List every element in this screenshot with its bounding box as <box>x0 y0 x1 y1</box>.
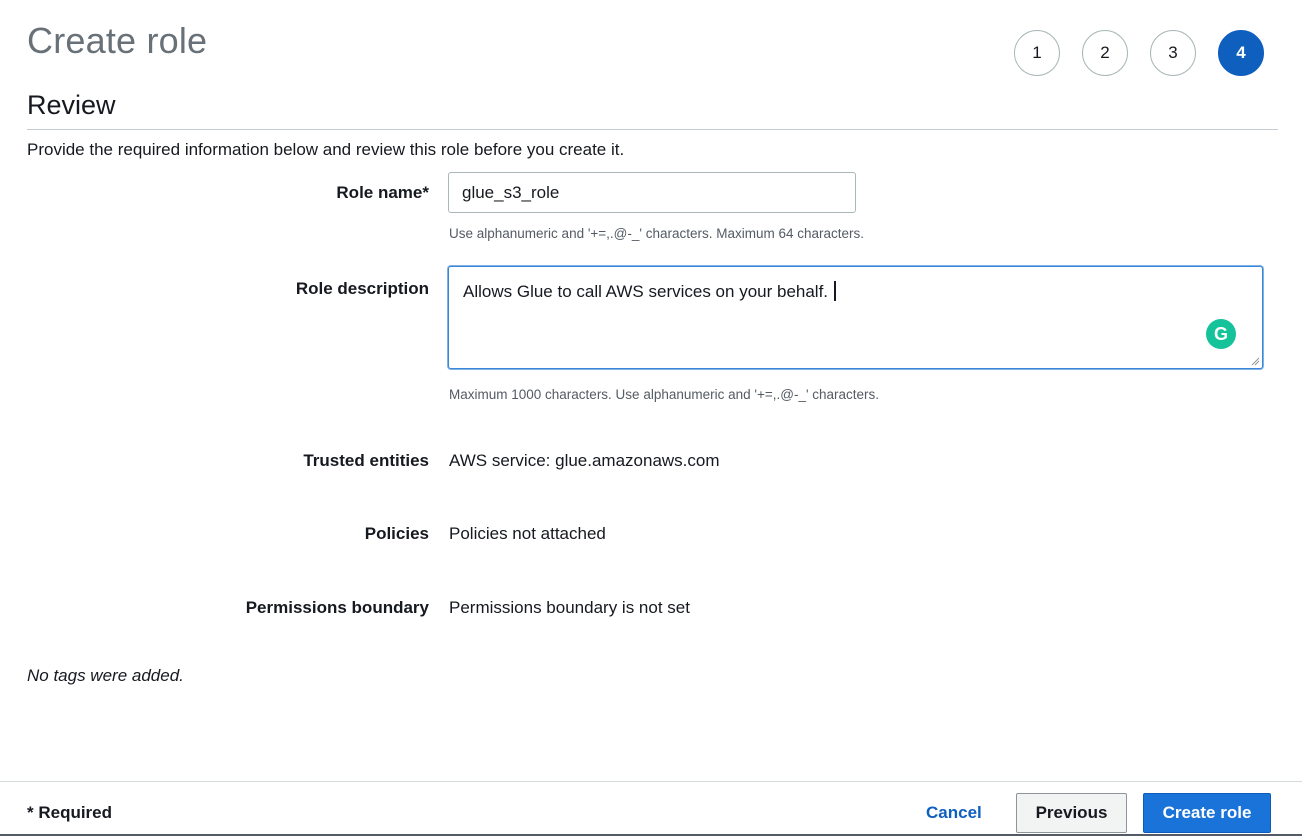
trusted-entities-value: AWS service: glue.amazonaws.com <box>449 451 720 470</box>
intro-text: Provide the required information below a… <box>27 140 625 159</box>
create-role-button[interactable]: Create role <box>1143 793 1271 833</box>
trusted-entities-label: Trusted entities <box>303 451 429 470</box>
permissions-boundary-label: Permissions boundary <box>245 598 429 617</box>
role-name-label: Role name* <box>336 183 429 202</box>
permissions-boundary-value: Permissions boundary is not set <box>449 598 690 617</box>
no-tags-text: No tags were added. <box>27 666 184 685</box>
cancel-link[interactable]: Cancel <box>926 803 982 823</box>
role-description-text: Allows Glue to call AWS services on your… <box>463 281 837 302</box>
role-description-label: Role description <box>295 279 429 298</box>
grammarly-icon[interactable]: G <box>1206 319 1236 349</box>
role-name-input[interactable] <box>448 172 856 213</box>
required-note: * Required <box>27 803 113 822</box>
previous-button[interactable]: Previous <box>1016 793 1127 833</box>
policies-value: Policies not attached <box>449 524 606 543</box>
role-description-textarea[interactable]: Allows Glue to call AWS services on your… <box>448 266 1263 369</box>
text-cursor <box>834 281 837 301</box>
step-3[interactable]: 3 <box>1150 30 1196 76</box>
resize-grip-icon[interactable] <box>1250 356 1260 366</box>
wizard-steps: 1 2 3 4 <box>1014 30 1264 76</box>
role-description-hint: Maximum 1000 characters. Use alphanumeri… <box>449 387 880 402</box>
section-divider <box>27 129 1278 130</box>
step-2[interactable]: 2 <box>1082 30 1128 76</box>
policies-label: Policies <box>364 524 429 543</box>
page-title: Create role <box>27 20 208 61</box>
footer-bar: * Required Cancel Previous Create role <box>0 781 1302 838</box>
bottom-border <box>0 834 1302 836</box>
section-title: Review <box>27 90 116 120</box>
role-name-hint: Use alphanumeric and '+=,.@-_' character… <box>449 226 865 241</box>
step-4-current: 4 <box>1218 30 1264 76</box>
step-1[interactable]: 1 <box>1014 30 1060 76</box>
